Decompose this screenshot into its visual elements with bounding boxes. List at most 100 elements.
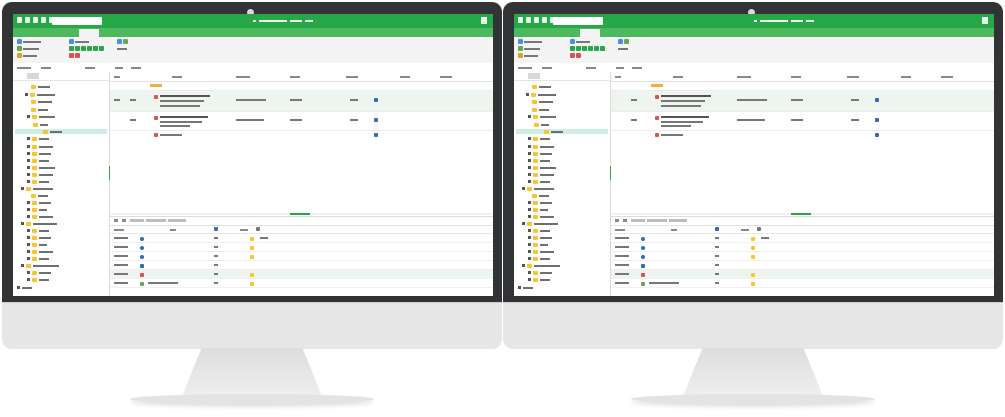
tree-item[interactable]	[27, 144, 53, 149]
tree-item[interactable]	[31, 84, 50, 89]
tree-item[interactable]	[528, 179, 550, 184]
grid-filter-row[interactable]	[110, 82, 493, 91]
tab-detail-2[interactable]	[623, 219, 627, 222]
tab-settings[interactable]	[117, 29, 139, 37]
grid-filter-row[interactable]	[611, 82, 994, 91]
sidebar-tab-filter[interactable]	[564, 73, 582, 79]
tree-item[interactable]	[526, 92, 556, 97]
tree-item-selected[interactable]	[516, 129, 608, 134]
pane-splitter[interactable]	[110, 213, 493, 215]
tree-item[interactable]	[27, 242, 47, 247]
print-button[interactable]	[618, 46, 628, 52]
list-item[interactable]	[611, 261, 994, 270]
table-row[interactable]	[110, 131, 493, 139]
tree-item[interactable]	[532, 107, 549, 112]
tab-help[interactable]	[139, 29, 159, 37]
tab-view[interactable]	[554, 29, 574, 37]
print-button[interactable]	[117, 46, 127, 52]
list-icon[interactable]	[25, 17, 30, 23]
pane-splitter[interactable]	[611, 213, 994, 215]
search-input[interactable]	[52, 17, 102, 25]
tree-item[interactable]	[27, 228, 49, 233]
tree-item[interactable]	[522, 221, 558, 226]
table-row[interactable]	[611, 91, 994, 112]
tab-extras[interactable]	[159, 29, 181, 37]
list-item[interactable]	[611, 252, 994, 261]
tree-item[interactable]	[528, 235, 552, 240]
tree-item[interactable]	[27, 151, 51, 156]
tree-item[interactable]	[532, 84, 551, 89]
edit-button[interactable]	[518, 53, 538, 59]
tree-item[interactable]	[31, 99, 52, 104]
filter-icon[interactable]	[17, 17, 22, 23]
tab-detail-3[interactable]	[130, 219, 144, 222]
tree-item[interactable]	[27, 277, 49, 282]
list-item[interactable]	[611, 243, 994, 252]
tree-item[interactable]	[518, 285, 533, 290]
tree-item[interactable]	[528, 249, 554, 254]
tree-item-selected[interactable]	[15, 129, 107, 134]
sidebar-tab-mail[interactable]	[15, 73, 27, 79]
new-button[interactable]	[518, 39, 542, 45]
tab-tools[interactable]	[598, 29, 618, 37]
list-item[interactable]	[110, 261, 493, 270]
tree-item[interactable]	[522, 186, 554, 191]
close-icon[interactable]	[481, 17, 487, 24]
refresh-icon[interactable]	[542, 17, 547, 23]
tab-detail-4[interactable]	[647, 219, 667, 222]
tree-item[interactable]	[528, 242, 548, 247]
tab-detail-4[interactable]	[146, 219, 166, 222]
sidebar-tab-folders[interactable]	[27, 73, 39, 79]
flag-button[interactable]	[570, 53, 582, 59]
table-row[interactable]	[611, 131, 994, 139]
tab-detail-3[interactable]	[631, 219, 645, 222]
filter-chip[interactable]	[651, 84, 663, 87]
tree-item[interactable]	[31, 193, 48, 198]
tree-item[interactable]	[528, 200, 552, 205]
tab-mail[interactable]	[79, 29, 99, 37]
tree-item[interactable]	[528, 151, 552, 156]
action-buttons[interactable]	[69, 46, 105, 52]
tree-item[interactable]	[27, 179, 49, 184]
search-input[interactable]	[553, 17, 603, 25]
tree-item[interactable]	[21, 221, 57, 226]
tree-item[interactable]	[27, 158, 49, 163]
copy-button[interactable]	[518, 46, 540, 52]
tree-item[interactable]	[532, 193, 549, 198]
tree-item[interactable]	[528, 256, 550, 261]
tree-item[interactable]	[528, 114, 556, 119]
table-row[interactable]	[611, 112, 994, 131]
flag-button[interactable]	[69, 53, 81, 59]
tab-settings[interactable]	[618, 29, 640, 37]
tab-detail-1[interactable]	[615, 219, 619, 222]
sidebar-tab-folders[interactable]	[528, 73, 540, 79]
table-row[interactable]	[110, 112, 493, 131]
attach-button[interactable]	[117, 39, 129, 45]
tree-item[interactable]	[27, 207, 47, 212]
tree-item[interactable]	[27, 249, 53, 254]
tree-item[interactable]	[528, 172, 554, 177]
tree-item[interactable]	[27, 136, 49, 141]
tree-item[interactable]	[27, 200, 51, 205]
tree-item[interactable]	[27, 270, 51, 275]
tree-item[interactable]	[528, 277, 550, 282]
list-item[interactable]	[110, 234, 493, 243]
tree-item[interactable]	[528, 165, 556, 170]
tab-detail-1[interactable]	[114, 219, 118, 222]
tree-item[interactable]	[27, 235, 51, 240]
tree-item[interactable]	[25, 92, 55, 97]
tab-detail-5[interactable]	[168, 219, 186, 222]
tree-item[interactable]	[27, 165, 55, 170]
tree-item[interactable]	[33, 122, 48, 127]
tab-detail-2[interactable]	[122, 219, 126, 222]
tree-item[interactable]	[27, 256, 49, 261]
reply-button[interactable]	[69, 39, 89, 45]
copy-button[interactable]	[17, 46, 39, 52]
tree-item[interactable]	[21, 263, 59, 268]
tab-home[interactable]	[31, 29, 55, 37]
new-button[interactable]	[17, 39, 41, 45]
mail-icon[interactable]	[534, 17, 539, 23]
table-row[interactable]	[110, 91, 493, 112]
tree-item[interactable]	[21, 186, 53, 191]
list-item[interactable]	[611, 234, 994, 243]
